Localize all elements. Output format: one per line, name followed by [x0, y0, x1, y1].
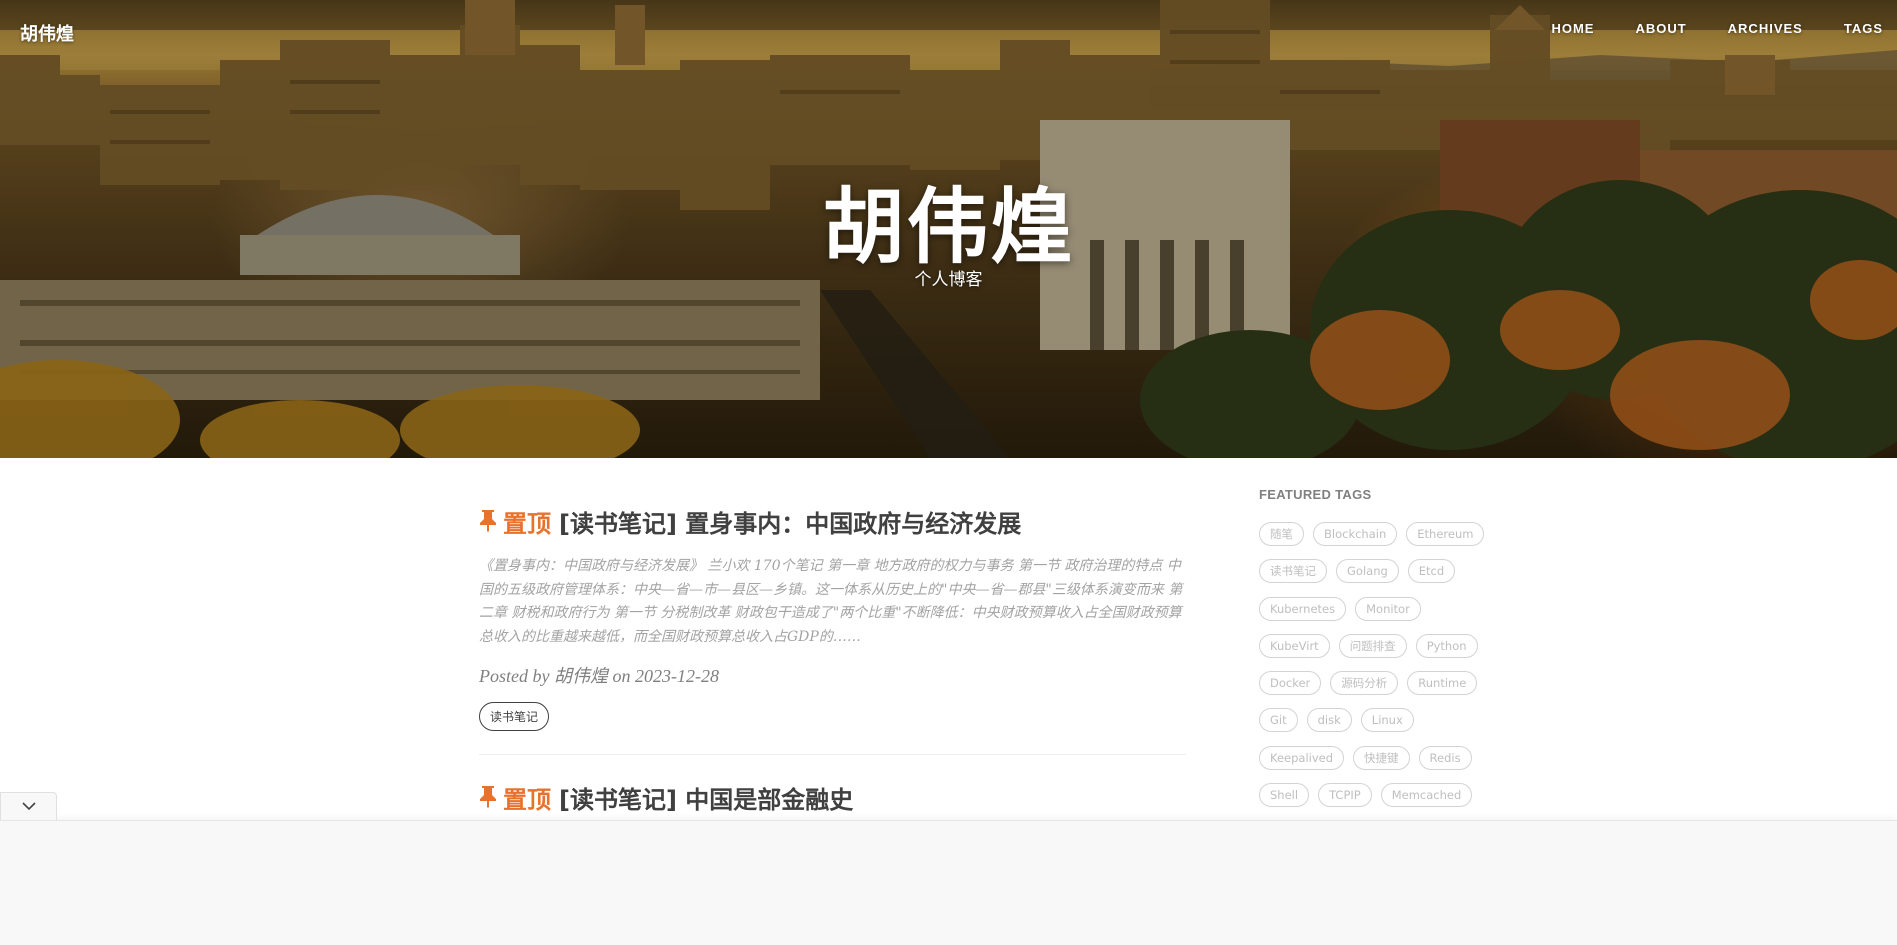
- post-preview: 置顶 [读书笔记] 中国是部金融史: [479, 780, 1186, 822]
- post-author: 胡伟煌: [553, 666, 608, 686]
- tag-link[interactable]: Docker: [1259, 671, 1322, 695]
- post-divider: [479, 754, 1186, 755]
- tag-link[interactable]: 读书笔记: [1259, 559, 1327, 584]
- featured-tags-heading: FEATURED TAGS: [1259, 487, 1372, 502]
- site-brand-link[interactable]: 胡伟煌: [20, 20, 74, 46]
- posted-on-label: on: [607, 666, 635, 686]
- tag-link[interactable]: Blockchain: [1313, 522, 1398, 546]
- post-excerpt: 《置身事内：中国政府与经济发展》 兰小欢 170个笔记 第一章 地方政府的权力与…: [479, 558, 1183, 645]
- tag-link[interactable]: TCPIP: [1318, 782, 1372, 807]
- chevron-down-icon: [21, 798, 37, 816]
- tag-link[interactable]: 快捷键: [1353, 745, 1410, 770]
- pushpin-icon: [479, 506, 497, 546]
- nav-tags-link[interactable]: TAGS: [1803, 21, 1883, 36]
- site-subtitle: 个人博客: [914, 270, 983, 290]
- post-title-link[interactable]: 置顶 [读书笔记] 置身事内：中国政府与经济发展: [479, 504, 1186, 546]
- featured-tags-sidebar: FEATURED TAGS 随笔 Blockchain Ethereum 读书笔…: [1259, 487, 1489, 812]
- tag-link[interactable]: Redis: [1418, 745, 1472, 770]
- post-meta: Posted by 胡伟煌 on 2023-12-28: [479, 662, 1186, 688]
- nav-home-link[interactable]: HOME: [1510, 21, 1594, 36]
- tag-link[interactable]: Kubernetes: [1259, 596, 1347, 621]
- tag-link[interactable]: 问题排查: [1338, 633, 1407, 658]
- tag-link[interactable]: Runtime: [1407, 671, 1478, 695]
- top-navigation: HOME ABOUT ARCHIVES TAGS: [1510, 21, 1883, 36]
- header-banner: 胡伟煌 HOME ABOUT ARCHIVES TAGS 胡伟煌 个人博客: [0, 0, 1897, 458]
- tag-link[interactable]: 随笔: [1259, 522, 1304, 546]
- tag-link[interactable]: Python: [1415, 633, 1478, 658]
- tag-link[interactable]: KubeVirt: [1259, 633, 1330, 658]
- tag-link[interactable]: Shell: [1259, 782, 1310, 807]
- tag-link[interactable]: Git: [1259, 708, 1298, 733]
- tag-link[interactable]: Ethereum: [1406, 522, 1485, 546]
- post-list: 置顶 [读书笔记] 置身事内：中国政府与经济发展 《置身事内：中国政府与经济发展》…: [479, 504, 1186, 822]
- tag-cloud: 随笔 Blockchain Ethereum 读书笔记 Golang Etcd …: [1259, 522, 1489, 812]
- tag-link[interactable]: Keepalived: [1259, 745, 1345, 770]
- panel-toggle-button[interactable]: [0, 792, 57, 820]
- bottom-panel: [0, 820, 1897, 945]
- pinned-label: 置顶: [503, 510, 551, 538]
- tag-link[interactable]: Memcached: [1380, 782, 1473, 807]
- tag-link[interactable]: 源码分析: [1330, 671, 1399, 695]
- tag-link[interactable]: disk: [1306, 708, 1352, 733]
- post-title-text: [读书笔记] 置身事内：中国政府与经济发展: [559, 510, 1022, 538]
- post-tag[interactable]: 读书笔记: [479, 702, 550, 731]
- post-title-link[interactable]: 置顶 [读书笔记] 中国是部金融史: [479, 780, 1186, 822]
- site-title: 胡伟煌: [822, 180, 1075, 275]
- tag-link[interactable]: Golang: [1336, 559, 1399, 584]
- nav-about-link[interactable]: ABOUT: [1594, 21, 1686, 36]
- pushpin-icon: [479, 782, 497, 822]
- pinned-label: 置顶: [503, 786, 551, 814]
- tag-link[interactable]: Monitor: [1355, 596, 1421, 621]
- post-date: 2023-12-28: [634, 666, 719, 686]
- nav-archives-link[interactable]: ARCHIVES: [1687, 21, 1803, 36]
- post-title-text: [读书笔记] 中国是部金融史: [559, 786, 854, 814]
- tag-link[interactable]: Linux: [1360, 708, 1414, 733]
- tag-link[interactable]: Etcd: [1407, 559, 1456, 584]
- posted-by-label: Posted by: [479, 666, 554, 686]
- post-preview: 置顶 [读书笔记] 置身事内：中国政府与经济发展 《置身事内：中国政府与经济发展》…: [479, 504, 1186, 755]
